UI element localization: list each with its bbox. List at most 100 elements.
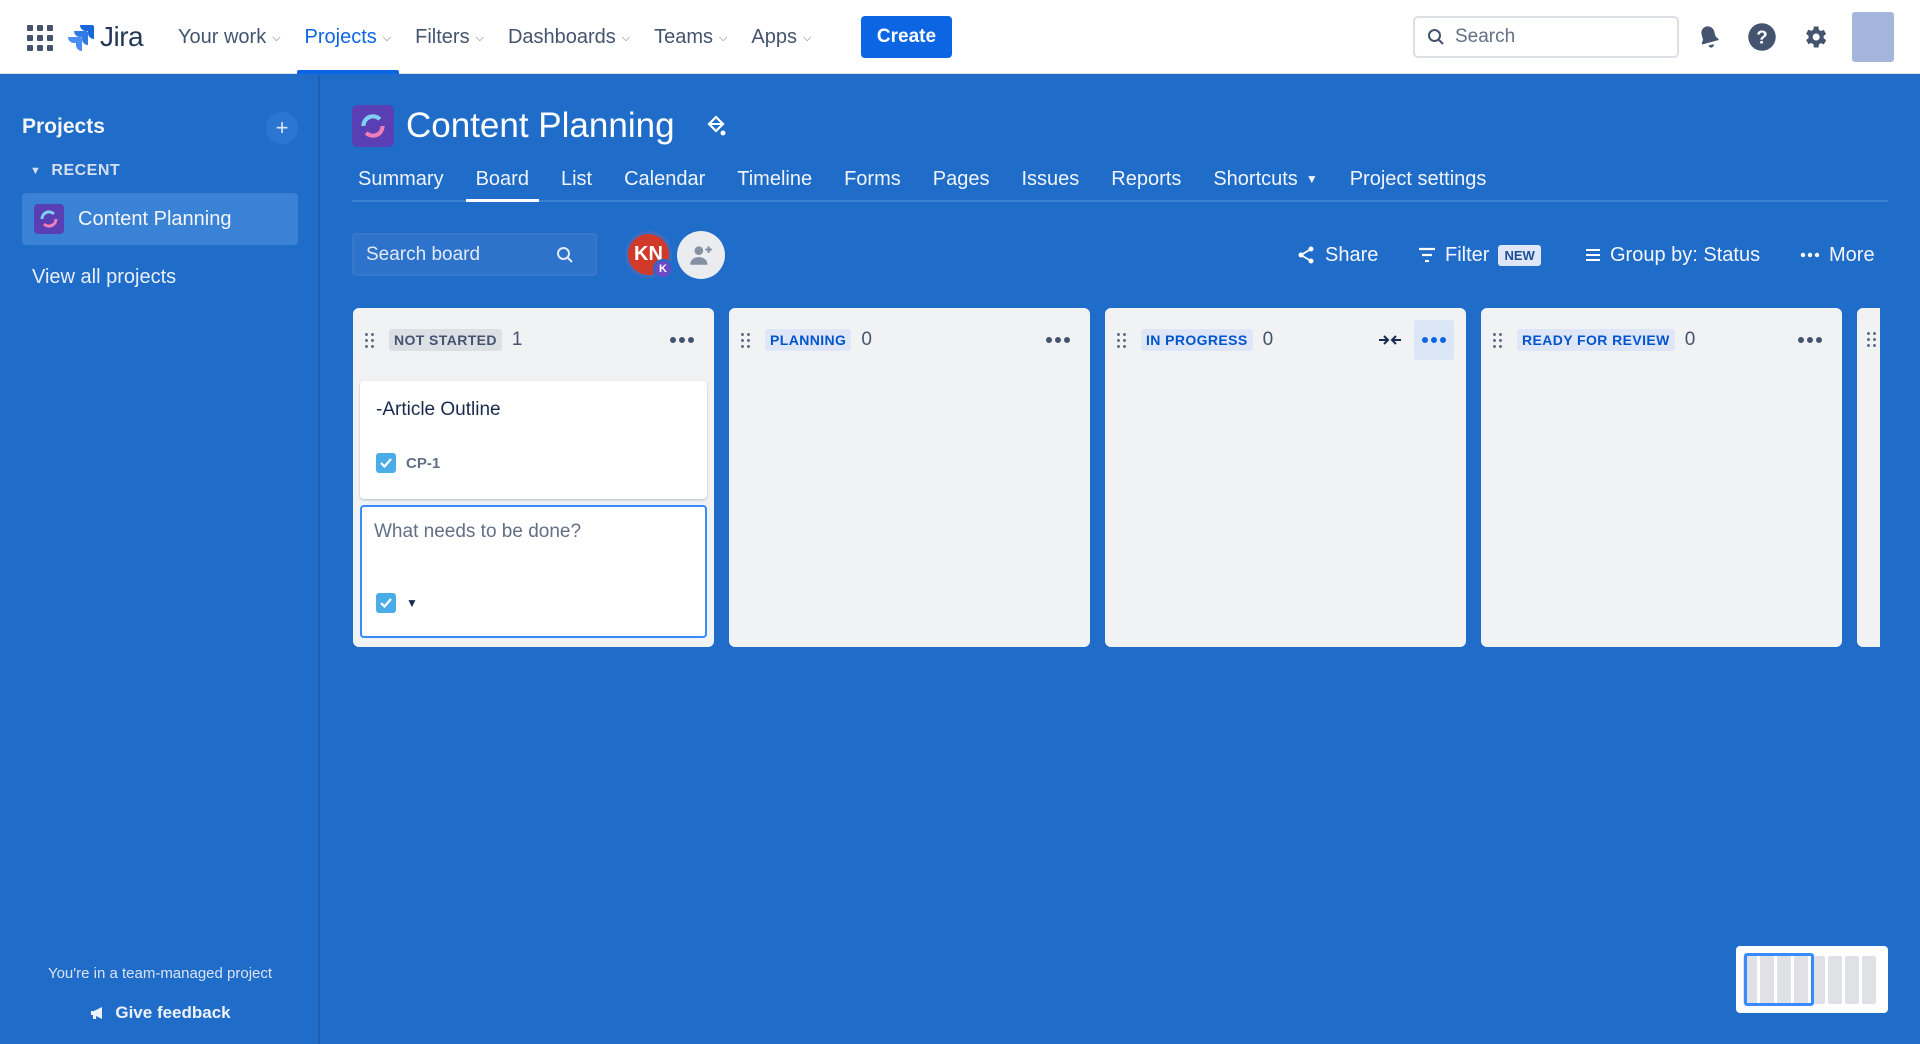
new-badge: NEW xyxy=(1498,244,1541,266)
main-nav: Your work ⌵ Projects ⌵ Filters ⌵ Dashboards… xyxy=(166,0,823,74)
drag-handle-icon[interactable] xyxy=(741,332,755,348)
group-icon xyxy=(1586,249,1600,261)
app-switcher-icon[interactable] xyxy=(26,24,54,52)
board-minimap[interactable] xyxy=(1736,946,1888,1013)
svg-text:?: ? xyxy=(1756,26,1767,47)
megaphone-icon xyxy=(91,1007,103,1019)
add-project-button[interactable]: + xyxy=(266,112,298,144)
board-column-not-started: NOT STARTED 1 -Article Outline CP-1 ▼ xyxy=(353,308,714,647)
profile-avatar[interactable] xyxy=(1852,12,1894,62)
global-search[interactable] xyxy=(1413,16,1679,58)
chevron-down-icon: ⌵ xyxy=(382,31,392,44)
tab-reports[interactable]: Reports xyxy=(1095,158,1197,200)
column-more-icon[interactable] xyxy=(1790,320,1830,360)
issue-type-picker[interactable]: ▼ xyxy=(376,593,418,613)
top-navigation: Jira Your work ⌵ Projects ⌵ Filters ⌵ Dashb… xyxy=(0,0,1920,74)
avatar[interactable]: KN K xyxy=(625,231,673,279)
card-title: -Article Outline xyxy=(376,399,501,420)
column-title: READY FOR REVIEW xyxy=(1517,329,1675,351)
tab-issues[interactable]: Issues xyxy=(1005,158,1095,200)
drag-handle-icon[interactable] xyxy=(1493,332,1507,348)
nav-your-work[interactable]: Your work ⌵ xyxy=(166,0,293,74)
search-icon xyxy=(1428,29,1444,45)
tab-calendar[interactable]: Calendar xyxy=(608,158,721,200)
minimap-viewport[interactable] xyxy=(1744,953,1814,1006)
drag-handle-icon[interactable] xyxy=(1117,332,1131,348)
avatar-badge: K xyxy=(653,259,673,279)
view-all-projects-link[interactable]: View all projects xyxy=(32,266,176,289)
tab-board[interactable]: Board xyxy=(460,158,545,202)
minimap-column xyxy=(1828,955,1842,1004)
column-title: PLANNING xyxy=(765,329,852,351)
nav-label: Teams xyxy=(654,25,714,48)
tab-forms[interactable]: Forms xyxy=(828,158,917,200)
drag-handle-icon[interactable] xyxy=(365,332,379,348)
tab-list[interactable]: List xyxy=(545,158,608,200)
tab-shortcuts[interactable]: Shortcuts ▼ xyxy=(1197,158,1333,200)
nav-apps[interactable]: Apps ⌵ xyxy=(739,0,823,74)
add-people-button[interactable] xyxy=(677,231,725,279)
logo-text: Jira xyxy=(100,21,144,52)
column-count: 0 xyxy=(1262,329,1274,350)
nav-projects[interactable]: Projects ⌵ xyxy=(293,0,404,74)
plus-icon: + xyxy=(275,115,289,140)
tab-label: Pages xyxy=(932,167,990,190)
tab-project-settings[interactable]: Project settings xyxy=(1334,158,1503,200)
jira-logo[interactable]: Jira xyxy=(68,20,144,54)
collapse-column-button[interactable] xyxy=(1372,320,1408,360)
chevron-down-icon: ⌵ xyxy=(621,31,631,44)
add-person-icon xyxy=(690,246,712,265)
gear-icon xyxy=(1806,26,1827,48)
project-tabs: Summary Board List Calendar Timeline For… xyxy=(352,158,1888,202)
tab-label: Timeline xyxy=(737,167,813,190)
create-button[interactable]: Create xyxy=(861,16,952,58)
create-issue-form: ▼ xyxy=(360,505,707,638)
tab-timeline[interactable]: Timeline xyxy=(721,158,828,200)
board-search[interactable] xyxy=(352,233,597,276)
nav-dashboards[interactable]: Dashboards ⌵ xyxy=(496,0,642,74)
drag-handle-icon[interactable] xyxy=(1867,332,1881,347)
column-more-icon[interactable] xyxy=(1038,320,1078,360)
chevron-down-icon: ⌵ xyxy=(475,31,484,44)
column-header[interactable]: READY FOR REVIEW 0 xyxy=(1489,320,1834,360)
column-header[interactable]: NOT STARTED 1 xyxy=(361,320,706,360)
column-count: 1 xyxy=(511,329,523,350)
column-title: IN PROGRESS xyxy=(1141,329,1253,351)
chevron-down-icon: ⌵ xyxy=(802,31,812,44)
column-count: 0 xyxy=(1684,329,1696,350)
change-background-button[interactable] xyxy=(701,112,729,140)
nav-filters[interactable]: Filters ⌵ xyxy=(403,0,496,74)
board-search-input[interactable] xyxy=(366,243,556,266)
nav-label: Your work xyxy=(178,25,267,48)
project-header: Content Planning xyxy=(352,105,729,147)
create-issue-input[interactable] xyxy=(374,521,694,561)
more-button[interactable]: More xyxy=(1800,238,1875,272)
card-key: CP-1 xyxy=(376,453,440,473)
nav-teams[interactable]: Teams ⌵ xyxy=(642,0,739,74)
minimap-column xyxy=(1845,955,1859,1004)
settings-button[interactable] xyxy=(1798,20,1832,54)
issue-card[interactable]: -Article Outline CP-1 xyxy=(360,381,707,499)
tab-summary[interactable]: Summary xyxy=(352,158,460,200)
board-column-planning: PLANNING 0 xyxy=(729,308,1090,647)
sidebar-title: Projects xyxy=(22,115,105,138)
chevron-down-icon: ▼ xyxy=(1305,172,1318,186)
tab-pages[interactable]: Pages xyxy=(917,158,1006,200)
give-feedback-button[interactable]: Give feedback xyxy=(0,1003,320,1023)
collapse-icon xyxy=(1379,335,1401,345)
column-header[interactable]: IN PROGRESS 0 xyxy=(1113,320,1458,360)
notifications-button[interactable] xyxy=(1692,20,1726,54)
issue-key: CP-1 xyxy=(406,454,441,472)
search-input[interactable] xyxy=(1455,26,1655,48)
recent-toggle[interactable]: ▼ RECENT xyxy=(30,162,120,180)
nav-label: Apps xyxy=(751,25,797,48)
share-button[interactable]: Share xyxy=(1296,238,1378,272)
sidebar-item-content-planning[interactable]: Content Planning xyxy=(22,193,298,245)
sidebar-item-label: Content Planning xyxy=(78,207,232,230)
group-by-button[interactable]: Group by: Status xyxy=(1585,238,1760,272)
filter-button[interactable]: Filter NEW xyxy=(1418,238,1541,272)
column-more-icon[interactable] xyxy=(1414,320,1454,360)
column-header[interactable]: PLANNING 0 xyxy=(737,320,1082,360)
column-more-icon[interactable] xyxy=(662,320,702,360)
help-button[interactable]: ? xyxy=(1745,20,1779,54)
